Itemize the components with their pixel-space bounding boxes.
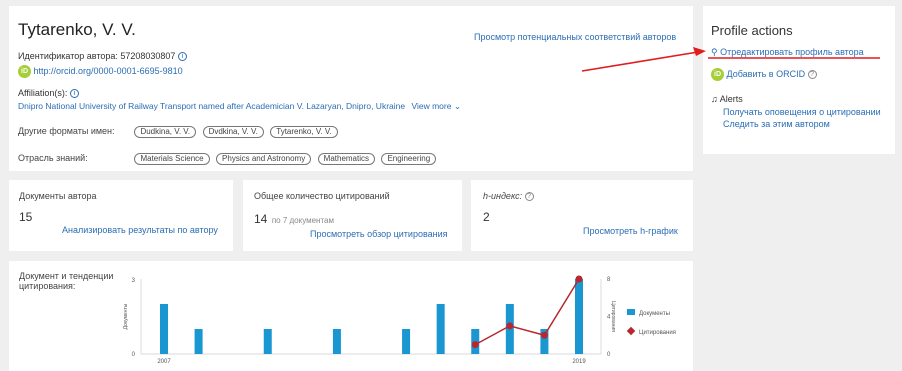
other-names-label: Другие форматы имен: bbox=[18, 126, 115, 136]
legend-swatch-documents bbox=[627, 309, 635, 315]
citations-subtext: по 7 документам bbox=[271, 216, 334, 225]
potential-matches-link[interactable]: Просмотр потенциальных соответствий авто… bbox=[474, 32, 676, 42]
citations-card: Общее количество цитирований 14 по 7 док… bbox=[243, 180, 462, 251]
trends-card: Документ и тенденции цитирования: 3 0 Доку… bbox=[9, 261, 693, 371]
trends-chart: 30Документы840Цитирования2007 2019Докумен… bbox=[123, 275, 676, 365]
right-axis-tick: 8 bbox=[607, 277, 611, 283]
orcid-icon: iD bbox=[711, 68, 724, 81]
subject-areas-row: Отрасль знаний: Materials Science Physic… bbox=[18, 148, 438, 166]
x-tick-label: 2007 bbox=[157, 359, 171, 365]
info-icon[interactable]: i bbox=[177, 52, 187, 62]
chart-bar bbox=[332, 329, 341, 354]
view-more-label: View more bbox=[411, 101, 452, 111]
x-tick-label: 2019 bbox=[572, 359, 586, 365]
chevron-down-icon: ⌄ bbox=[453, 101, 461, 111]
legend-label: Цитирования bbox=[639, 330, 676, 336]
edit-profile-link[interactable]: ⚲ Отредактировать профиль автора bbox=[711, 47, 864, 58]
left-axis-tick: 3 bbox=[132, 278, 136, 284]
citations-label: Общее количество цитирований bbox=[254, 191, 390, 201]
documents-card: Документы автора 15 Анализировать резуль… bbox=[9, 180, 233, 251]
right-axis-label: Цитирования bbox=[610, 301, 616, 332]
orcid-row: iD http://orcid.org/0000-0001-6695-9810 bbox=[18, 65, 183, 78]
left-axis-tick: 0 bbox=[132, 352, 136, 358]
citations-point bbox=[540, 331, 548, 339]
other-names-row: Другие форматы имен: Dudkina, V. V. Dvdk… bbox=[18, 121, 340, 139]
citation-overview-link[interactable]: Просмотреть обзор цитирования bbox=[310, 229, 448, 239]
name-variant-pill[interactable]: Dvdkina, V. V. bbox=[202, 126, 264, 138]
citations-count-row: 14 по 7 документам bbox=[254, 210, 334, 228]
author-name: Tytarenko, V. V. bbox=[18, 20, 136, 39]
hindex-label: h-индекс: bbox=[483, 191, 523, 201]
affiliation-heading: Affiliation(s): i bbox=[18, 88, 79, 99]
chart-bar bbox=[263, 329, 272, 354]
bell-icon: ♫ bbox=[711, 94, 718, 104]
subject-pill[interactable]: Mathematics bbox=[317, 153, 376, 165]
h-graph-link[interactable]: Просмотреть h-график bbox=[583, 226, 678, 236]
affiliation-row: Dnipro National University of Railway Tr… bbox=[18, 101, 461, 112]
documents-label: Документы автора bbox=[19, 191, 97, 201]
analyze-results-link[interactable]: Анализировать результаты по автору bbox=[62, 225, 218, 235]
citations-point bbox=[506, 322, 514, 330]
hindex-card: h-индекс: ? 2 Просмотреть h-график bbox=[471, 180, 693, 251]
alerts-label: Alerts bbox=[719, 94, 743, 104]
user-edit-icon: ⚲ bbox=[711, 47, 718, 57]
profile-actions-title: Profile actions bbox=[711, 23, 793, 38]
author-id-row: Идентификатор автора: 57208030807 i bbox=[18, 51, 187, 62]
add-orcid-row: iD Добавить в ORCID ? bbox=[711, 68, 817, 81]
subject-pill[interactable]: Materials Science bbox=[134, 153, 210, 165]
citations-count: 14 bbox=[254, 212, 268, 226]
citation-alerts-link[interactable]: Получать оповещения о цитировании bbox=[723, 107, 881, 117]
chart-bar bbox=[194, 329, 203, 354]
name-variant-pill[interactable]: Tytarenko, V. V. bbox=[270, 126, 338, 138]
legend-swatch-citations bbox=[626, 326, 636, 336]
citations-line bbox=[474, 278, 580, 346]
affiliation-label: Affiliation(s): bbox=[18, 88, 68, 98]
profile-card: Tytarenko, V. V. Просмотр потенциальных … bbox=[9, 6, 693, 171]
citations-point bbox=[575, 275, 583, 283]
follow-author-link[interactable]: Следить за этим автором bbox=[723, 119, 830, 129]
hindex-value: 2 bbox=[483, 210, 490, 224]
name-variant-pill[interactable]: Dudkina, V. V. bbox=[134, 126, 197, 138]
orcid-icon: iD bbox=[18, 65, 31, 78]
subject-areas-label: Отрасль знаний: bbox=[18, 153, 88, 163]
info-icon[interactable]: ? bbox=[524, 192, 534, 202]
affiliation-link[interactable]: Dnipro National University of Railway Tr… bbox=[18, 101, 405, 111]
chart-bar bbox=[402, 329, 411, 354]
profile-actions-card: Profile actions ⚲ Отредактировать профил… bbox=[703, 6, 895, 154]
add-orcid-link[interactable]: Добавить в ORCID bbox=[727, 69, 806, 79]
edit-profile-label: Отредактировать профиль автора bbox=[720, 47, 864, 57]
documents-count: 15 bbox=[19, 210, 33, 224]
subject-pill[interactable]: Engineering bbox=[381, 153, 437, 165]
chart-bar bbox=[575, 279, 583, 354]
orcid-link[interactable]: http://orcid.org/0000-0001-6695-9810 bbox=[34, 66, 183, 76]
left-axis-label: Документы bbox=[123, 303, 129, 329]
info-icon[interactable]: ? bbox=[807, 70, 817, 79]
hindex-heading: h-индекс: ? bbox=[483, 191, 534, 202]
view-more-link[interactable]: View more ⌄ bbox=[411, 101, 461, 111]
info-icon[interactable]: i bbox=[69, 89, 79, 99]
chart-bar bbox=[160, 304, 168, 354]
alerts-heading: ♫ Alerts bbox=[711, 94, 743, 104]
right-axis-tick: 0 bbox=[607, 352, 611, 358]
author-id: Идентификатор автора: 57208030807 bbox=[18, 51, 176, 61]
subject-pill[interactable]: Physics and Astronomy bbox=[216, 153, 312, 165]
legend-label: Документы bbox=[639, 311, 670, 317]
chart-bar bbox=[436, 304, 445, 354]
citations-point bbox=[471, 341, 479, 349]
